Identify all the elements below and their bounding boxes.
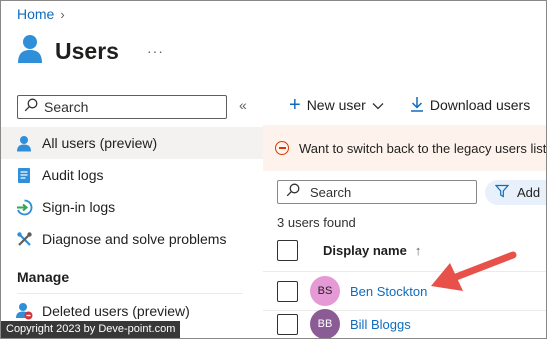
copyright-watermark: Copyright 2023 by Deve-point.com	[1, 321, 181, 338]
user-icon	[15, 134, 33, 152]
new-user-label: New user	[306, 97, 366, 113]
sidebar-item-label: Deleted users (preview)	[42, 303, 190, 319]
main-content: + New user Download users Want to switch…	[263, 91, 546, 338]
user-search-input[interactable]: Search	[277, 180, 477, 204]
sidebar-item-label: Audit logs	[42, 167, 104, 183]
page-header: Users ···	[17, 31, 164, 71]
user-search-placeholder: Search	[310, 184, 352, 200]
filter-icon	[494, 184, 510, 201]
sidebar-item-label: Sign-in logs	[42, 199, 116, 215]
table-header: Display name ↑	[277, 240, 421, 261]
sidebar-search-input[interactable]: Search	[17, 95, 227, 119]
breadcrumb-chevron-icon: ›	[60, 6, 65, 22]
header-divider	[263, 271, 546, 272]
sidebar-item-label: Diagnose and solve problems	[42, 231, 227, 247]
legacy-list-banner: Want to switch back to the legacy users …	[263, 125, 546, 171]
search-icon	[286, 183, 300, 202]
sidebar: Search « All users (preview) Audit logs …	[1, 91, 263, 338]
user-name-link[interactable]: Ben Stockton	[350, 284, 427, 299]
toolbar: + New user Download users	[289, 95, 546, 115]
sign-in-icon	[15, 198, 33, 216]
chevron-down-icon	[372, 97, 384, 113]
page-title: Users	[55, 37, 119, 64]
sidebar-item-sign-in-logs[interactable]: Sign-in logs	[1, 191, 263, 223]
sidebar-item-diagnose[interactable]: Diagnose and solve problems	[1, 223, 263, 255]
search-icon	[24, 98, 38, 117]
user-name-link[interactable]: Bill Bloggs	[350, 317, 411, 332]
manage-section-heading: Manage	[17, 269, 70, 285]
download-icon	[410, 96, 424, 115]
deleted-user-icon	[15, 302, 33, 320]
avatar: BS	[310, 276, 340, 306]
sort-ascending-icon[interactable]: ↑	[415, 243, 422, 258]
document-icon	[15, 166, 33, 184]
users-found-count: 3 users found	[277, 215, 356, 230]
add-filter-label: Add	[517, 185, 541, 200]
sidebar-item-all-users[interactable]: All users (preview)	[1, 127, 263, 159]
plus-icon: +	[289, 94, 301, 116]
row-checkbox[interactable]	[277, 280, 298, 302]
row-checkbox[interactable]	[277, 313, 298, 335]
column-display-name[interactable]: Display name	[323, 243, 407, 258]
warning-icon	[275, 141, 289, 155]
sidebar-item-label: All users (preview)	[42, 135, 158, 151]
more-options-icon[interactable]: ···	[147, 43, 164, 59]
breadcrumb: Home ›	[17, 6, 65, 22]
new-user-button[interactable]: + New user	[289, 95, 384, 115]
section-divider	[17, 293, 243, 294]
azure-users-page: Home › Users ··· Search « All users (pre…	[0, 0, 547, 339]
wrench-icon	[15, 230, 33, 248]
breadcrumb-home-link[interactable]: Home	[17, 6, 54, 22]
select-all-checkbox[interactable]	[277, 240, 298, 261]
add-filter-button[interactable]: Add	[485, 180, 546, 205]
user-icon	[17, 34, 43, 69]
avatar: BB	[310, 309, 340, 338]
collapse-sidebar-icon[interactable]: «	[239, 97, 247, 113]
download-users-button[interactable]: Download users	[410, 96, 530, 115]
banner-text: Want to switch back to the legacy users …	[299, 140, 546, 156]
sidebar-search-placeholder: Search	[44, 99, 89, 115]
sidebar-item-audit-logs[interactable]: Audit logs	[1, 159, 263, 191]
download-users-label: Download users	[429, 97, 531, 113]
table-row[interactable]: BB Bill Bloggs	[277, 309, 411, 338]
table-row[interactable]: BS Ben Stockton	[277, 276, 427, 306]
